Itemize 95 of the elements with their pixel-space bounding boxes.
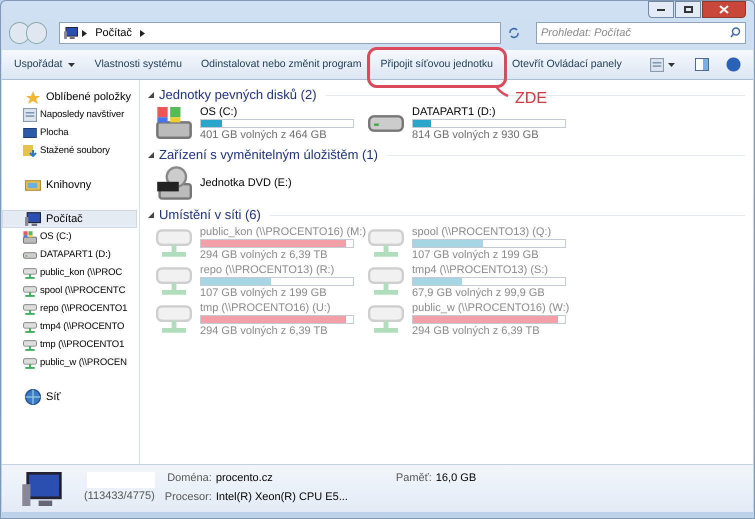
network-drive-icon <box>368 229 404 257</box>
breadcrumb-arrow-icon <box>140 30 145 36</box>
downloads-folder-icon <box>23 145 37 157</box>
collapse-triangle-icon <box>148 212 154 218</box>
sidebar-item[interactable]: Naposledy navštíver <box>2 106 139 124</box>
drive-tile[interactable]: Jednotka DVD (E:) <box>154 164 366 202</box>
network-drive-icon <box>23 268 37 278</box>
collapse-triangle-icon <box>148 152 154 158</box>
drive-tile[interactable]: DATAPART1 (D:) 814 GB volných z 930 GB <box>366 104 745 142</box>
network-drive-icon <box>23 304 37 314</box>
sidebar-item[interactable]: Stažené soubory <box>2 142 139 160</box>
free-space-label: 107 GB volných z 199 GB <box>200 286 327 298</box>
toolbar-button[interactable]: Otevřít Ovládací panely <box>504 52 630 76</box>
drive-name: spool (\\PROCENTO13) (Q:) <box>412 226 552 238</box>
drive-name: tmp (\\PROCENTO16) (U:) <box>200 302 331 314</box>
sidebar-item[interactable]: public_kon (\\PROC <box>2 264 139 282</box>
dvd-drive-icon <box>156 166 192 200</box>
sidebar-item[interactable]: OS (C:) <box>2 228 139 246</box>
library-icon <box>25 180 41 190</box>
sidebar-item[interactable]: Oblíbené položky <box>2 88 137 106</box>
free-space-label: 294 GB volných z 6,39 TB <box>200 324 328 336</box>
leader-line <box>495 84 510 96</box>
desktop-icon <box>23 128 37 138</box>
refresh-icon <box>508 27 520 39</box>
detail-value: procento.cz <box>216 471 274 486</box>
free-space-label: 294 GB volných z 6,39 TB <box>412 324 540 336</box>
network-drive-icon <box>23 322 37 332</box>
detail-value: Intel(R) Xeon(R) CPU E5... <box>216 490 348 504</box>
search-icon <box>730 27 741 38</box>
maximize-button[interactable] <box>675 1 701 18</box>
drive-name: OS (C:) <box>200 106 238 118</box>
toolbar-button[interactable]: Uspořádat <box>6 52 84 76</box>
close-icon <box>719 5 729 14</box>
sidebar-item[interactable]: Počítač <box>2 210 137 228</box>
toolbar-button[interactable]: Odinstalovat nebo změnit program <box>193 52 370 76</box>
address-bar[interactable]: Počítač <box>59 22 501 44</box>
drive-name: tmp4 (\\PROCENTO13) (S:) <box>412 264 548 276</box>
network-drive-icon <box>23 358 37 368</box>
sidebar-item[interactable]: repo (\\PROCENTO1 <box>2 300 139 318</box>
network-drive-icon <box>23 340 37 350</box>
drive-name: public_kon (\\PROCENTO16) (M:) <box>200 226 366 238</box>
drive-icon <box>23 252 37 258</box>
network-icon <box>25 389 41 405</box>
free-space-label: 107 GB volných z 199 GB <box>412 248 539 260</box>
sidebar-item[interactable]: Knihovny <box>2 176 137 194</box>
sidebar-item[interactable]: DATAPART1 (D:) <box>2 246 139 264</box>
drive-name: public_w (\\PROCENTO16) (W:) <box>412 302 570 314</box>
network-drive-icon <box>368 267 404 295</box>
drive-icon <box>156 107 192 139</box>
close-button[interactable] <box>702 1 746 18</box>
sidebar-item[interactable]: Plocha <box>2 124 139 142</box>
computer-icon <box>64 27 78 39</box>
computer-icon <box>22 472 62 506</box>
drive-name: DATAPART1 (D:) <box>412 106 496 118</box>
sidebar-item[interactable]: tmp4 (\\PROCENTO <box>2 318 139 336</box>
group-heading: Jednotky pevných disků (2) <box>159 86 317 104</box>
toolbar-button[interactable]: Vlastnosti systému <box>86 52 190 76</box>
sidebar-item[interactable]: tmp (\\PROCENTO1 <box>2 336 139 354</box>
sidebar-item[interactable]: public_w (\\PROCEN <box>2 354 139 372</box>
view-icon <box>650 58 664 72</box>
sidebar-item[interactable]: spool (\\PROCENTC <box>2 282 139 300</box>
minimize-button[interactable] <box>648 1 674 18</box>
network-drive-icon <box>23 286 37 296</box>
breadcrumb-arrow-icon <box>82 30 88 36</box>
drive-icon <box>23 230 37 244</box>
recent-places-icon <box>23 108 37 122</box>
free-space-label: 67,9 GB volných z 99,9 GB <box>412 286 545 298</box>
sidebar-item[interactable]: Síť <box>2 388 137 406</box>
detail-value: 16,0 GB <box>436 471 476 486</box>
detail-label: Paměť: <box>396 471 432 486</box>
network-drive-icon <box>156 305 192 333</box>
detail-label: Doména: <box>166 471 212 486</box>
network-drive-icon <box>368 305 404 333</box>
network-drive-icon <box>156 229 192 257</box>
annotation-label: ZDE <box>515 90 548 106</box>
preview-pane-icon <box>695 58 709 71</box>
drive-tile[interactable]: OS (C:) 401 GB volných z 464 GB <box>154 104 366 142</box>
computer-icon <box>25 212 41 226</box>
free-space-label: 814 GB volných z 930 GB <box>412 128 539 140</box>
group-heading: Zařízení s vyměnitelným úložištěm (1) <box>159 146 378 164</box>
free-space-label: 401 GB volných z 464 GB <box>200 128 327 140</box>
search-field[interactable]: Prohledat: Počítač <box>536 22 746 44</box>
group-heading: Umístění v síti (6) <box>159 206 261 224</box>
star-icon <box>25 90 41 104</box>
drive-icon <box>368 114 404 132</box>
detail-label: Procesor: <box>164 490 212 504</box>
drive-name: repo (\\PROCENTO13) (R:) <box>200 264 334 276</box>
network-drive-icon <box>156 267 192 295</box>
computer-info: (113433/4775) <box>84 489 155 504</box>
caret-icon <box>668 62 675 66</box>
drive-name: Jednotka DVD (E:) <box>200 177 292 189</box>
free-space-label: 294 GB volných z 6,39 TB <box>200 248 328 260</box>
collapse-triangle-icon <box>148 92 154 98</box>
breadcrumb[interactable]: Počítač <box>91 24 136 42</box>
toolbar-button[interactable]: Připojit síťovou jednotku <box>372 52 502 76</box>
